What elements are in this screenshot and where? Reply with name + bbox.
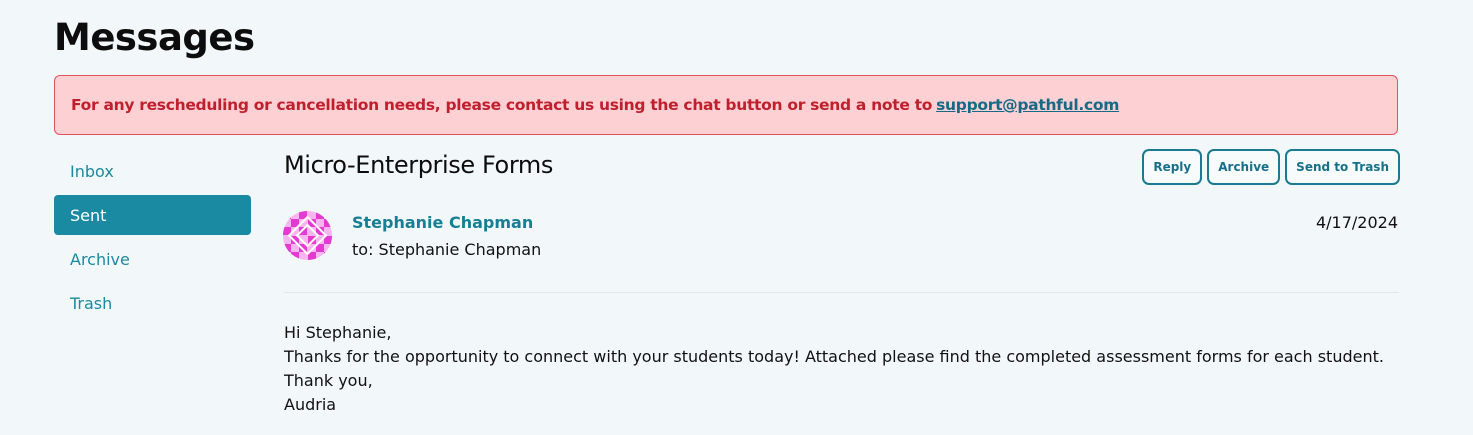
sidebar-item-label: Inbox: [70, 161, 114, 181]
support-email-link[interactable]: support@pathful.com: [936, 96, 1119, 114]
pink-geometric-avatar-icon: [283, 211, 332, 260]
sidebar-item-label: Trash: [70, 293, 113, 313]
alert-banner: For any rescheduling or cancellation nee…: [54, 75, 1398, 135]
sidebar-item-sent[interactable]: Sent: [54, 195, 251, 235]
message-actions: Reply Archive Send to Trash: [1142, 149, 1400, 185]
sidebar-item-inbox[interactable]: Inbox: [54, 151, 251, 191]
send-to-trash-button[interactable]: Send to Trash: [1285, 149, 1400, 185]
message-body: Hi Stephanie, Thanks for the opportunity…: [284, 321, 1384, 417]
body-line: Hi Stephanie,: [284, 323, 392, 342]
message-date: 4/17/2024: [1315, 213, 1398, 232]
alert-text: For any rescheduling or cancellation nee…: [71, 96, 933, 114]
page-title: Messages: [54, 16, 255, 59]
body-line: Audria: [284, 395, 337, 414]
sidebar-item-trash[interactable]: Trash: [54, 283, 251, 323]
sidebar-item-label: Sent: [70, 205, 107, 225]
recipient-line: to: Stephanie Chapman: [352, 240, 542, 259]
body-line: Thank you,: [284, 371, 373, 390]
message-subject: Micro-Enterprise Forms: [284, 151, 553, 179]
sidebar: Inbox Sent Archive Trash: [54, 151, 251, 327]
reply-button[interactable]: Reply: [1142, 149, 1203, 185]
sender-name[interactable]: Stephanie Chapman: [352, 213, 533, 232]
avatar: [283, 211, 332, 260]
sidebar-item-label: Archive: [70, 249, 130, 269]
body-line: Thanks for the opportunity to connect wi…: [284, 347, 1384, 366]
sidebar-item-archive[interactable]: Archive: [54, 239, 251, 279]
archive-button[interactable]: Archive: [1207, 149, 1281, 185]
divider: [284, 292, 1399, 293]
messages-page: Messages For any rescheduling or cancell…: [0, 0, 1473, 435]
